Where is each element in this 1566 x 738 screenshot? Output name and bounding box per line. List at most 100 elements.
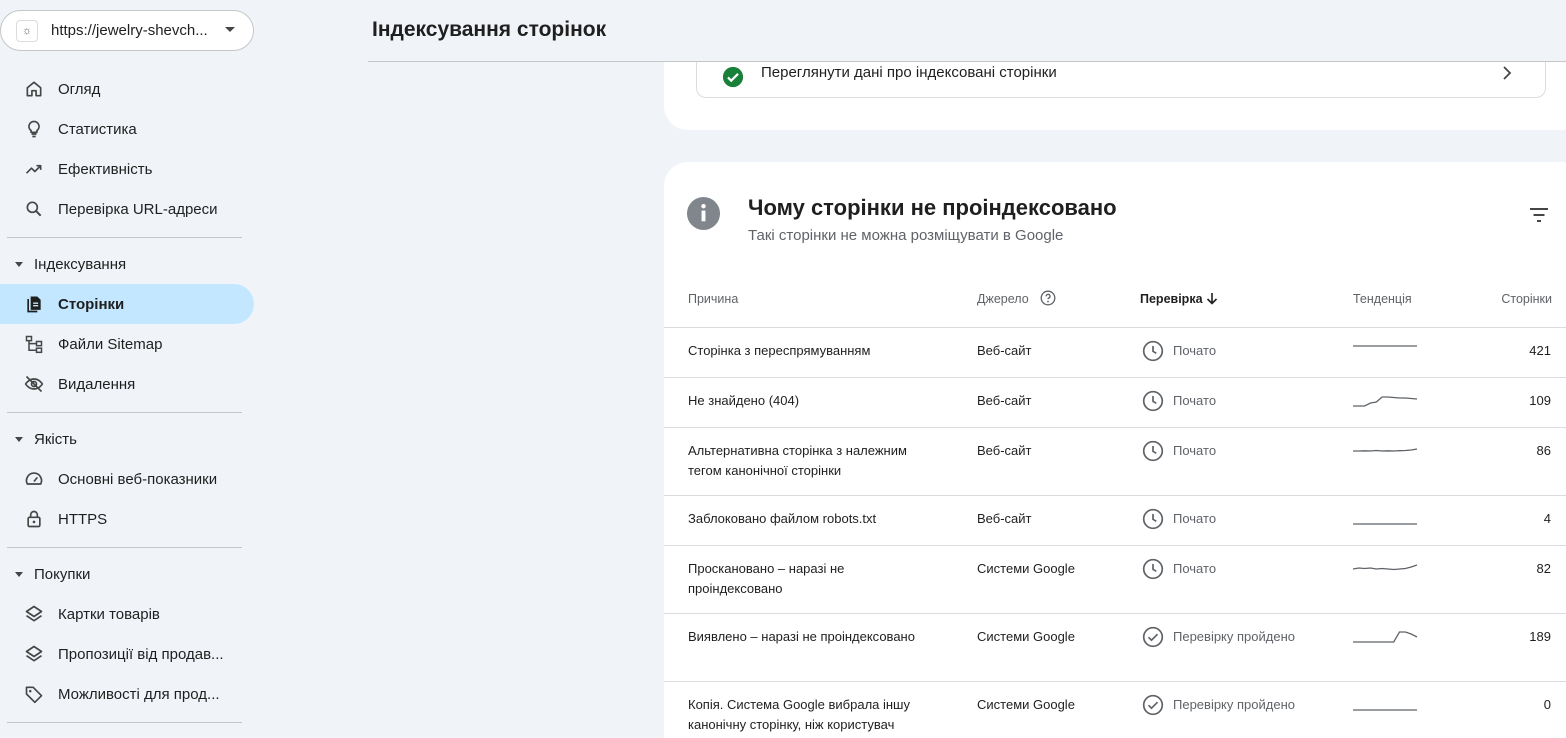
row-pages-count: 0 xyxy=(1543,697,1551,712)
card-subtitle: Такі сторінки не можна розміщувати в Goo… xyxy=(748,227,1064,244)
row-source: Веб-сайт xyxy=(977,443,1032,458)
row-reason: Сторінка з переспрямуванням xyxy=(688,343,871,358)
row-source: Веб-сайт xyxy=(977,511,1032,526)
trend-sparkline xyxy=(1353,709,1417,711)
collapse-arrow-icon xyxy=(15,437,23,442)
arrow-down-icon[interactable] xyxy=(1206,292,1218,305)
collapse-arrow-icon xyxy=(15,572,23,577)
clock-icon xyxy=(1142,558,1164,580)
sidebar-item-label: Основні веб-показники xyxy=(58,470,218,488)
trend-sparkline xyxy=(1352,564,1418,571)
sidebar-divider xyxy=(7,547,242,548)
clock-icon xyxy=(1142,340,1164,362)
lock-icon xyxy=(27,510,41,528)
sidebar-item-label: Файли Sitemap xyxy=(58,335,163,353)
row-check-status: Почато xyxy=(1173,393,1217,408)
sidebar-item-label: Сторінки xyxy=(58,295,125,313)
sidebar-divider xyxy=(7,722,242,723)
home-icon xyxy=(26,81,42,97)
sidebar-item-https[interactable]: HTTPS xyxy=(0,499,254,539)
dropdown-arrow-icon xyxy=(225,27,235,32)
sidebar-item-label: Статистика xyxy=(58,120,137,138)
sidebar-item-label: Видалення xyxy=(58,375,136,393)
column-header-trend: Тенденція xyxy=(1353,292,1412,306)
property-selector[interactable]: ☼ https://jewelry-shevch... xyxy=(0,10,254,51)
help-icon[interactable] xyxy=(1040,290,1056,306)
collapse-arrow-icon xyxy=(15,262,23,267)
column-header-source[interactable]: Джерело xyxy=(977,292,1029,306)
check-circle-outline-icon xyxy=(1142,694,1164,716)
table-row[interactable]: Не знайдено (404) Веб-сайт Почато 109 xyxy=(664,377,1566,427)
sidebar-item-label: Пропозиції від продав... xyxy=(58,645,224,663)
sidebar-item-label: Ефективність xyxy=(58,160,153,178)
sidebar-item-label: Можливості для прод... xyxy=(58,685,220,703)
row-pages-count: 189 xyxy=(1529,629,1551,644)
section-indexing[interactable]: Індексування xyxy=(0,244,254,284)
sidebar-item-label: HTTPS xyxy=(58,510,108,528)
chevron-right-icon xyxy=(1503,66,1512,80)
column-header-reason[interactable]: Причина xyxy=(688,292,738,306)
visibility-off-icon xyxy=(24,375,44,393)
check-circle-outline-icon xyxy=(1142,626,1164,648)
table-row[interactable]: Виявлено – наразі не проіндексовано Систе… xyxy=(664,613,1566,681)
lightbulb-icon xyxy=(28,120,40,138)
sidebar-item-label: Огляд xyxy=(58,80,101,98)
table-row[interactable]: Копія. Система Google вибрала іншу канон… xyxy=(664,681,1566,738)
column-header-pages[interactable]: Сторінки xyxy=(1501,292,1552,306)
section-shopping[interactable]: Покупки xyxy=(0,554,254,594)
section-quality[interactable]: Якість xyxy=(0,419,254,459)
table-row[interactable]: Проскановано – наразі не проіндексовано С… xyxy=(664,545,1566,613)
info-icon xyxy=(686,196,721,231)
row-source: Системи Google xyxy=(977,561,1075,576)
section-label: Покупки xyxy=(34,565,91,583)
indexed-pages-label: Переглянути дані про індексовані сторінк… xyxy=(761,64,1057,81)
sidebar-item-performance[interactable]: Ефективність xyxy=(0,149,254,189)
sidebar-item-removals[interactable]: Видалення xyxy=(0,364,254,404)
row-reason: Проскановано – наразі не проіндексовано xyxy=(688,561,845,596)
sidebar-item-url-inspection[interactable]: Перевірка URL-адреси xyxy=(0,189,254,229)
row-pages-count: 109 xyxy=(1529,393,1551,408)
section-label: Якість xyxy=(34,430,77,448)
row-pages-count: 86 xyxy=(1536,443,1551,458)
page-header: Індексування сторінок xyxy=(368,0,1566,62)
row-reason: Альтернативна сторінка з належним тегом … xyxy=(688,443,907,478)
table-row[interactable]: Сторінка з переспрямуванням Веб-сайт Почат… xyxy=(664,327,1566,377)
column-header-check[interactable]: Перевірка xyxy=(1140,292,1203,306)
table-row[interactable]: Альтернативна сторінка з належним тегом … xyxy=(664,427,1566,495)
property-url: https://jewelry-shevch... xyxy=(51,22,208,39)
search-icon xyxy=(26,201,42,217)
row-pages-count: 82 xyxy=(1536,561,1551,576)
trend-sparkline xyxy=(1353,448,1418,452)
sidebar-item-insights[interactable]: Статистика xyxy=(0,109,254,149)
sidebar-item-merchant-listings[interactable]: Пропозиції від продав... xyxy=(0,634,254,674)
clock-icon xyxy=(1142,508,1164,530)
row-source: Системи Google xyxy=(977,629,1075,644)
site-favicon-icon: ☼ xyxy=(16,19,38,42)
sidebar-item-sitemaps[interactable]: Файли Sitemap xyxy=(0,324,254,364)
sidebar-item-overview[interactable]: Огляд xyxy=(0,69,254,109)
row-source: Веб-сайт xyxy=(977,393,1032,408)
sidebar-item-product-snippets[interactable]: Картки товарів xyxy=(0,594,254,634)
row-reason: Не знайдено (404) xyxy=(688,393,800,408)
sidebar-item-pages[interactable]: Сторінки xyxy=(0,284,254,324)
table-row[interactable]: Заблоковано файлом robots.txt Веб-сайт Поч… xyxy=(664,495,1566,545)
sidebar-item-core-web-vitals[interactable]: Основні веб-показники xyxy=(0,459,254,499)
sidebar-item-label: Перевірка URL-адреси xyxy=(58,200,218,218)
tag-icon xyxy=(25,686,43,704)
clock-icon xyxy=(1142,390,1164,412)
row-check-status: Перевірку пройдено xyxy=(1173,629,1295,644)
sidebar-divider xyxy=(7,412,242,413)
not-indexed-card: Чому сторінки не проіндексовано Такі сто… xyxy=(664,162,1566,738)
trend-sparkline xyxy=(1353,396,1418,407)
row-check-status: Почато xyxy=(1173,561,1217,576)
sidebar-item-shopping-tab-listings[interactable]: Можливості для прод... xyxy=(0,674,254,714)
clock-icon xyxy=(1142,440,1164,462)
sidebar-item-label: Картки товарів xyxy=(58,605,160,623)
filter-icon[interactable] xyxy=(1529,207,1549,223)
row-pages-count: 421 xyxy=(1529,343,1551,358)
row-source: Системи Google xyxy=(977,697,1075,712)
trend-sparkline xyxy=(1353,631,1418,643)
sidebar: ☼ https://jewelry-shevch... Огляд Статис… xyxy=(0,0,262,738)
row-check-status: Почато xyxy=(1173,343,1217,358)
layers-icon xyxy=(25,605,43,622)
